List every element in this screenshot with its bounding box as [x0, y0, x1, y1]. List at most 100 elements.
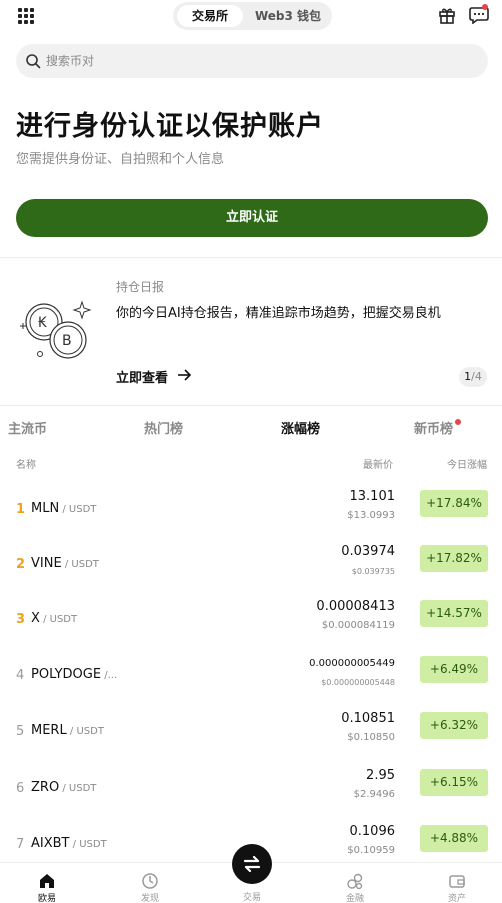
market-tabs: 主流币 热门榜 涨幅榜 新币榜	[0, 418, 502, 442]
quote: / USDT	[61, 559, 99, 570]
svg-text:B: B	[62, 333, 72, 349]
new-dot	[455, 419, 461, 425]
symbol: MERL	[31, 723, 67, 738]
last-price: 0.1096	[349, 824, 396, 839]
table-row[interactable]: 1 MLN / USDT 13.101 $13.0993 +17.84%	[0, 488, 502, 536]
notification-dot	[482, 4, 488, 10]
last-price: 0.000000005449	[309, 658, 395, 669]
divider	[0, 257, 502, 258]
pair: MLN / USDT	[31, 501, 96, 516]
nav-home[interactable]: 欧易	[17, 863, 77, 903]
symbol: VINE	[31, 556, 62, 571]
pair: VINE / USDT	[31, 556, 99, 571]
last-price: 13.101	[349, 489, 396, 504]
quote: / USDT	[59, 783, 97, 794]
account-mode-switch: 交易所 Web3 钱包	[173, 2, 332, 30]
rank: 1	[16, 502, 26, 517]
table-row[interactable]: 2 VINE / USDT 0.03974 $0.039735 +17.82%	[0, 543, 502, 591]
search-bar[interactable]	[16, 44, 488, 78]
verify-title: 进行身份认证以保护账户	[16, 111, 324, 142]
rank: 3	[16, 612, 26, 627]
rank: 2	[16, 557, 26, 572]
nav-trade-label: 交易	[242, 893, 261, 903]
search-icon	[26, 54, 41, 69]
tab-mainstream[interactable]: 主流币	[8, 418, 47, 437]
change-badge[interactable]: +6.15%	[420, 769, 488, 796]
swap-icon	[243, 855, 261, 873]
column-price: 最新价	[363, 460, 393, 471]
wallet-icon	[449, 875, 465, 888]
last-price: 0.03974	[341, 544, 395, 559]
verify-now-button[interactable]: 立即认证	[16, 199, 488, 237]
tab-web3-wallet[interactable]: Web3 钱包	[247, 5, 329, 27]
pair: POLYDOGE /...	[31, 667, 117, 682]
divider	[0, 405, 502, 406]
card-text: 你的今日AI持仓报告，精准追踪市场趋势，把握交易良机	[116, 306, 441, 321]
change-badge[interactable]: +17.82%	[420, 545, 488, 572]
last-price: 2.95	[366, 768, 395, 783]
view-now-link[interactable]: 立即查看	[116, 367, 168, 386]
nav-assets-label: 资产	[447, 894, 466, 903]
rank: 6	[16, 781, 25, 796]
last-price: 0.10851	[341, 711, 395, 726]
tab-exchange[interactable]: 交易所	[177, 5, 243, 27]
verify-subtitle: 您需提供身份证、自拍照和个人信息	[16, 152, 225, 167]
nav-home-label: 欧易	[37, 894, 56, 903]
nav-finance-label: 金融	[345, 894, 364, 903]
trade-button[interactable]	[232, 844, 272, 884]
tab-gainers[interactable]: 涨幅榜	[281, 418, 320, 437]
table-row[interactable]: 5 MERL / USDT 0.10851 $0.10850 +6.32%	[0, 710, 502, 758]
nav-assets[interactable]: 资产	[427, 863, 487, 903]
change-badge[interactable]: +4.88%	[420, 825, 488, 852]
change-badge[interactable]: +6.49%	[420, 656, 488, 683]
quote: /...	[101, 670, 118, 681]
usd-price: $2.9496	[353, 789, 395, 800]
pair: MERL / USDT	[31, 723, 104, 738]
svg-text:₭: ₭	[38, 315, 47, 331]
card-pager: 1/4	[459, 367, 487, 387]
discover-icon	[142, 873, 158, 889]
symbol: MLN	[31, 501, 60, 516]
rank: 7	[16, 837, 25, 852]
tab-new-listings[interactable]: 新币榜	[414, 418, 453, 437]
gift-icon[interactable]	[438, 6, 456, 24]
pair: ZRO / USDT	[31, 780, 96, 795]
column-change: 今日涨幅	[447, 460, 487, 471]
last-price: 0.00008413	[316, 599, 395, 614]
table-row[interactable]: 4 POLYDOGE /... 0.000000005449 $0.000000…	[0, 654, 502, 702]
coins-illustration: ₭ B	[20, 300, 92, 359]
change-badge[interactable]: +6.32%	[420, 712, 488, 739]
quote: / USDT	[66, 726, 104, 737]
usd-price: $13.0993	[347, 510, 395, 521]
finance-icon	[347, 873, 363, 890]
usd-price: $0.000084119	[321, 620, 395, 631]
pair: AIXBT / USDT	[31, 836, 107, 851]
symbol: AIXBT	[31, 836, 70, 851]
quote: / USDT	[69, 839, 107, 850]
usd-price: $0.039735	[351, 567, 395, 576]
change-badge[interactable]: +17.84%	[420, 490, 488, 517]
quote: / USDT	[39, 614, 78, 625]
nav-finance[interactable]: 金融	[325, 863, 385, 903]
table-row[interactable]: 3 X / USDT 0.00008413 $0.000084119 +14.5…	[0, 598, 502, 646]
apps-grid-icon[interactable]	[18, 8, 34, 24]
home-icon	[40, 874, 54, 888]
nav-discover[interactable]: 发现	[120, 863, 180, 903]
usd-price: $0.10850	[347, 732, 395, 743]
top-bar: 交易所 Web3 钱包	[0, 0, 502, 34]
table-row[interactable]: 6 ZRO / USDT 2.95 $2.9496 +6.15%	[0, 767, 502, 815]
usd-price: $0.000000005448	[321, 678, 395, 687]
usd-price: $0.10959	[347, 845, 395, 856]
change-badge[interactable]: +14.57%	[420, 600, 488, 627]
search-input[interactable]	[46, 50, 446, 72]
tab-hot[interactable]: 热门榜	[144, 418, 183, 437]
symbol: ZRO	[31, 780, 60, 795]
symbol: POLYDOGE	[31, 667, 102, 682]
symbol: X	[31, 611, 40, 626]
card-label: 持仓日报	[116, 280, 165, 294]
pair: X / USDT	[31, 611, 77, 626]
arrow-right-icon[interactable]	[176, 367, 192, 383]
column-name: 名称	[16, 460, 36, 471]
rank: 4	[16, 668, 25, 683]
nav-discover-label: 发现	[140, 894, 159, 903]
